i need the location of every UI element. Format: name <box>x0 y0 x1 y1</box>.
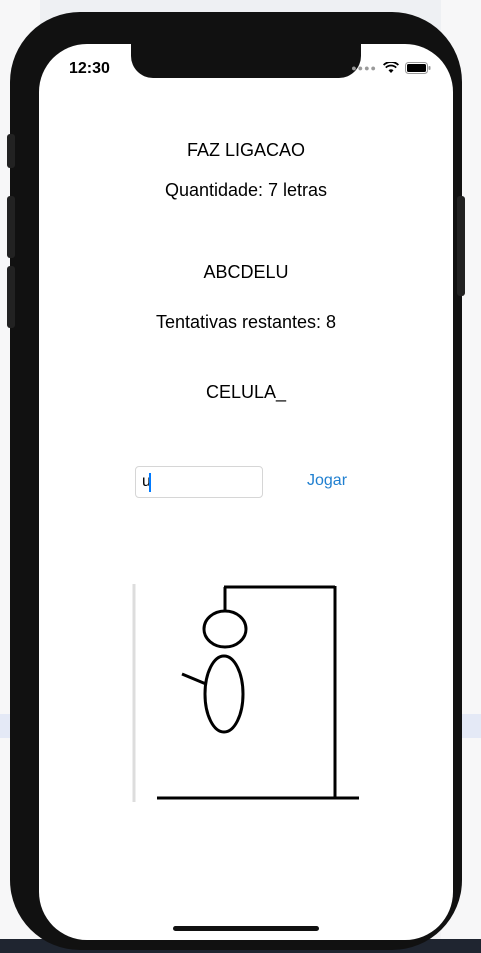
wifi-icon <box>383 62 399 74</box>
attempts-remaining-label: Tentativas restantes: 8 <box>155 312 337 332</box>
letter-input[interactable] <box>135 466 263 498</box>
text-caret <box>149 473 151 492</box>
status-time: 12:30 <box>69 60 110 77</box>
signal-dots-icon: ●●●● <box>351 63 377 73</box>
home-indicator[interactable] <box>173 926 319 931</box>
volume-up-button <box>7 196 15 258</box>
hangman-arm <box>181 672 207 686</box>
letter-count-label: Quantidade: 7 letras <box>164 180 328 200</box>
jogar-button[interactable]: Jogar <box>307 472 347 490</box>
hangman-head <box>202 609 248 649</box>
mute-switch <box>7 134 15 168</box>
tried-letters-label: ABCDELU <box>203 262 289 282</box>
hangman-body <box>203 654 245 734</box>
hint-label: FAZ LIGACAO <box>186 140 306 160</box>
status-icons: ●●●● <box>351 62 431 74</box>
volume-down-button <box>7 266 15 328</box>
hangman-drawing <box>39 564 453 814</box>
notch <box>131 44 361 78</box>
phone-screen: 12:30 ●●●● FAZ LIGACAO Quantidade: 7 let… <box>39 44 453 940</box>
phone-frame: 12:30 ●●●● FAZ LIGACAO Quantidade: 7 let… <box>7 12 465 950</box>
power-button <box>457 196 465 296</box>
battery-icon <box>405 62 431 74</box>
word-progress-label: CELULA_ <box>205 382 287 402</box>
